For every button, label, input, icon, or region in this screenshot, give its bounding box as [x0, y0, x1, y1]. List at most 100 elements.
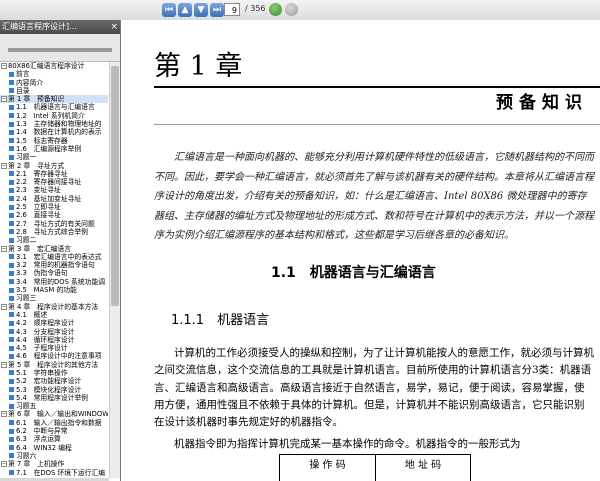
bookmark-icon — [9, 420, 14, 426]
bookmark-icon — [9, 196, 14, 202]
next-page-button[interactable]: ▼ — [194, 3, 208, 17]
bookmark-item[interactable]: 习题五 — [0, 402, 108, 410]
scrollbar-thumb[interactable] — [111, 66, 119, 306]
bookmark-label: 习题三 — [16, 294, 37, 303]
bookmark-item[interactable]: − 第 4 章 程序设计的基本方法 — [0, 303, 108, 311]
bookmark-label: 2.1 寄存器寻址 — [16, 169, 68, 178]
bookmark-item[interactable]: 2.8 寻址方式综合举例 — [0, 228, 108, 236]
bookmark-item[interactable]: − 第 7 章 上机操作 — [0, 460, 108, 468]
bookmark-icon — [9, 171, 14, 177]
bookmark-item[interactable]: 4.5 子程序设计 — [0, 344, 108, 352]
bookmark-item[interactable]: 7.1 在DOS 环境下运行汇编 — [0, 469, 108, 477]
page-number-input[interactable]: 9 — [224, 3, 240, 16]
expand-toggle-icon[interactable]: − — [1, 303, 7, 310]
bookmark-item[interactable]: 习题二 — [0, 236, 108, 244]
bookmark-item[interactable]: 习题六 — [0, 452, 108, 460]
bookmark-label: 习题二 — [16, 236, 37, 245]
bookmark-item[interactable]: − 第 6 章 输入／输出和WINDOWS — [0, 410, 108, 418]
bookmark-item[interactable]: 5.3 模块化程序设计 — [0, 386, 108, 394]
bookmark-item[interactable]: 目录 — [0, 87, 108, 95]
bookmark-label: 4.6 程序设计中的注意事项 — [16, 352, 102, 361]
bookmark-item[interactable]: 习题一 — [0, 153, 108, 161]
bookmark-item[interactable]: − 第 5 章 程序设计的其他方法 — [0, 361, 108, 369]
bookmark-label: 习题六 — [16, 451, 37, 460]
expand-toggle-icon[interactable]: − — [1, 63, 7, 69]
go-back-icon[interactable] — [269, 3, 282, 16]
bookmark-item[interactable]: 1.4 数据在计算机内的表示 — [0, 128, 108, 136]
close-icon[interactable]: × — [110, 20, 118, 34]
bookmark-tree: −80X86汇编语言程序设计 前言 内容简介 目录 − 第 1 章 预备知识 1.1 机器语… — [0, 62, 108, 478]
bookmark-item[interactable]: 3.4 常用的DOS 系统功能调 — [0, 278, 108, 286]
address-code-cell: 地 址 码 — [404, 460, 442, 471]
sidebar-divider — [8, 48, 112, 52]
bookmark-icon — [9, 279, 14, 285]
expand-toggle-icon[interactable]: − — [1, 96, 7, 103]
bookmark-item[interactable]: 4.6 程序设计中的注意事项 — [0, 352, 108, 360]
bookmark-item[interactable]: 4.3 分支程序设计 — [0, 328, 108, 336]
bookmark-item[interactable]: − 第 1 章 预备知识 — [0, 95, 108, 104]
bookmark-item[interactable]: − 第 3 章 宏汇编语言 — [0, 245, 108, 253]
prev-page-button[interactable]: ▲ — [178, 3, 192, 17]
expand-toggle-icon[interactable]: − — [1, 461, 7, 468]
bookmark-icon — [9, 88, 14, 94]
bookmark-item[interactable]: 1.6 汇编源程序举例 — [0, 145, 108, 153]
bookmark-item[interactable]: 前言 — [0, 70, 108, 78]
bookmark-item[interactable]: 2.2 寄存器间接寻址 — [0, 178, 108, 186]
bookmark-icon — [9, 370, 14, 376]
bookmark-item[interactable]: 2.5 立即寻址 — [0, 203, 108, 211]
bookmark-item[interactable]: 内容简介 — [0, 79, 108, 87]
bookmark-label: 4.4 循环程序设计 — [16, 335, 75, 344]
bookmark-label: 第 4 章 程序设计的基本方法 — [8, 302, 99, 311]
bookmark-item[interactable]: 5.4 常用程序设计举例 — [0, 394, 108, 402]
bookmark-item[interactable]: 3.3 伪指令语句 — [0, 269, 108, 277]
bookmark-item[interactable]: 6.3 浮点运算 — [0, 435, 108, 443]
bookmark-item[interactable]: 4.4 循环程序设计 — [0, 336, 108, 344]
bookmark-item[interactable]: 1.2 Intel 系列机简介 — [0, 112, 108, 120]
bookmark-label: 2.6 直接寻址 — [16, 211, 61, 220]
bookmark-item[interactable]: 6.1 输入／输出指令和数据 — [0, 419, 108, 427]
bookmark-item[interactable]: 1.5 标志寄存器 — [0, 137, 108, 145]
bookmark-item[interactable]: 2.4 基址加变址寻址 — [0, 195, 108, 203]
bookmark-icon — [9, 154, 14, 160]
expand-toggle-icon[interactable]: − — [1, 245, 7, 252]
bookmark-item[interactable]: 1.1 机器语言与汇编语言 — [0, 103, 108, 111]
sidebar-scrollbar[interactable] — [109, 62, 120, 478]
bookmark-item[interactable]: 4.1 概述 — [0, 311, 108, 319]
bookmarks-sidebar: 汇编语言程序设计]... × −80X86汇编语言程序设计 前言 内容简介 目录 − 第 … — [0, 20, 121, 481]
bookmark-item[interactable]: 3.5 MASM 的功能 — [0, 286, 108, 294]
bookmark-label: 第 3 章 宏汇编语言 — [8, 244, 72, 253]
bookmark-item[interactable]: 3.1 宏汇编语言中的表达式 — [0, 253, 108, 261]
chapter-subtitle: 预备知识 — [496, 93, 588, 113]
bookmark-item[interactable]: 1.3 主存储器和物理地址的 — [0, 120, 108, 128]
bookmark-icon — [9, 237, 14, 243]
bookmark-label: 习题五 — [16, 402, 37, 411]
bookmark-icon — [9, 295, 14, 301]
bookmark-icon — [9, 345, 14, 351]
bookmark-label: 5.4 常用程序设计举例 — [16, 393, 88, 402]
go-forward-icon[interactable] — [285, 3, 298, 16]
bookmark-item[interactable]: 6.2 中断与异常 — [0, 427, 108, 435]
expand-toggle-icon[interactable]: − — [1, 162, 7, 169]
bookmark-item[interactable]: 6.4 WIN32 编程 — [0, 444, 108, 452]
bookmark-icon — [9, 445, 14, 451]
bookmark-item[interactable]: 5.1 字符串操作 — [0, 369, 108, 377]
bookmark-item[interactable]: 3.2 常用的机器指令语句 — [0, 261, 108, 269]
bookmark-item[interactable]: 2.6 直接寻址 — [0, 211, 108, 219]
bookmark-item[interactable]: 4.2 顺序程序设计 — [0, 319, 108, 327]
bookmark-item[interactable]: −80X86汇编语言程序设计 — [0, 62, 108, 70]
last-page-button[interactable]: ⏭ — [210, 3, 224, 17]
bookmark-item[interactable]: 5.2 宏功能程序设计 — [0, 377, 108, 385]
bookmark-label: 2.5 立即寻址 — [16, 203, 61, 212]
expand-toggle-icon[interactable]: − — [1, 361, 7, 368]
bookmark-label: 2.3 变址寻址 — [16, 186, 61, 195]
bookmark-item[interactable]: − 第 2 章 寻址方式 — [0, 162, 108, 170]
first-page-button[interactable]: ⏮ — [162, 3, 176, 17]
bookmark-item[interactable]: 习题三 — [0, 294, 108, 302]
bookmark-icon — [9, 270, 14, 276]
bookmark-item[interactable]: 2.1 寄存器寻址 — [0, 170, 108, 178]
bookmark-item[interactable]: 2.3 变址寻址 — [0, 186, 108, 194]
expand-toggle-icon[interactable]: − — [1, 411, 7, 418]
bookmark-item[interactable]: 2.7 寻址方式的有关问题 — [0, 220, 108, 228]
sidebar-title-tab[interactable]: 汇编语言程序设计]... × — [0, 20, 120, 34]
bookmark-icon — [9, 204, 14, 210]
